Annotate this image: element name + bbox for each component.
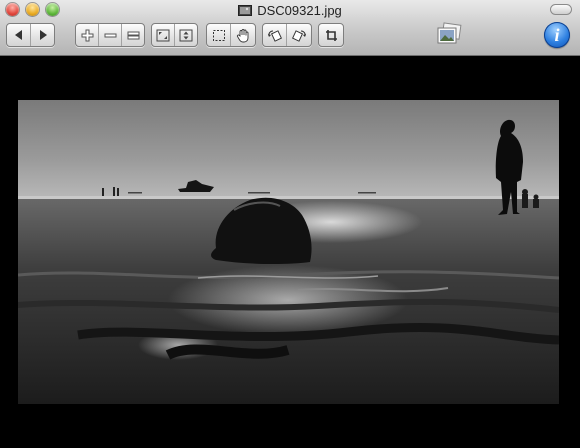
fit-segment [151,23,198,47]
rotate-right-button[interactable] [287,24,311,46]
zoom-out-button[interactable] [99,24,122,46]
actual-size-icon [127,31,139,39]
info-button[interactable]: i [544,22,570,48]
window-title: DSC09321.jpg [0,2,580,18]
image-file-icon [238,4,253,16]
hand-icon [236,28,248,42]
zoom-segment [75,23,145,47]
next-button[interactable] [31,24,54,46]
slideshow-icon[interactable] [435,22,463,46]
image-viewport [0,56,580,448]
preview-window: DSC09321.jpg i [0,0,580,448]
crop-icon [325,29,337,41]
photo-image[interactable] [18,100,559,404]
select-tool-button[interactable] [207,24,231,46]
info-icon: i [554,24,560,45]
nav-segment [6,23,55,47]
toolbar-toggle-button[interactable] [550,4,572,15]
select-icon [212,29,225,41]
fit-vertical-icon [179,29,193,41]
hand-tool-button[interactable] [231,24,255,46]
actual-size-button[interactable] [122,24,144,46]
rotate-left-button[interactable] [263,24,287,46]
zoom-in-button[interactable] [76,24,99,46]
next-icon [39,30,47,40]
window-title-text: DSC09321.jpg [257,2,342,18]
fit-to-window-button[interactable] [152,24,175,46]
previous-icon [14,30,22,40]
fit-vertical-button[interactable] [175,24,197,46]
rotate-right-icon [291,29,306,42]
crop-button[interactable] [319,24,343,46]
toolbar: DSC09321.jpg i [0,0,580,56]
zoom-out-icon [104,33,116,37]
zoom-in-icon [81,29,93,41]
crop-segment [318,23,344,47]
rotate-segment [262,23,312,47]
fit-to-window-icon [156,29,170,41]
rotate-left-icon [268,29,282,42]
tools-segment [206,23,256,47]
previous-button[interactable] [7,24,31,46]
